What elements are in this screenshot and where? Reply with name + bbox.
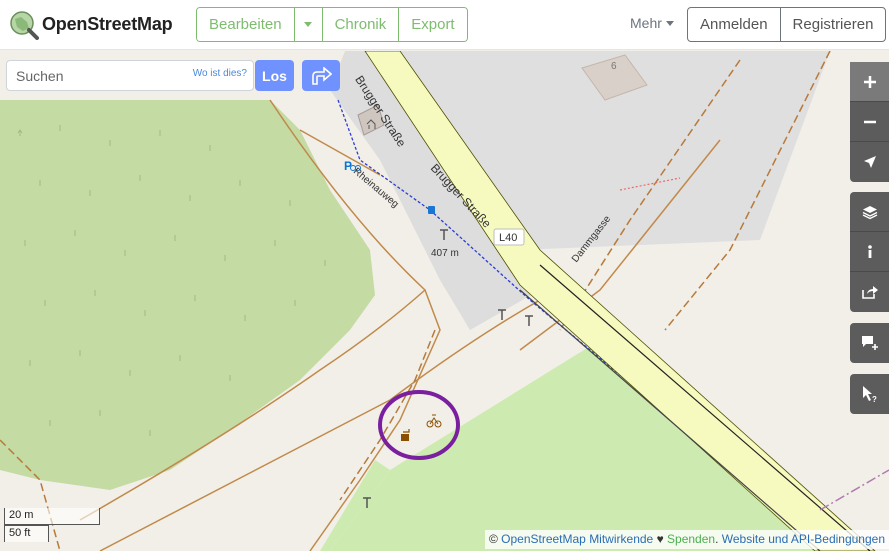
query-icon: ? (862, 386, 877, 403)
zoom-out-icon (863, 120, 876, 123)
add-note-button[interactable] (850, 323, 889, 363)
attribution-separator: . (715, 532, 719, 546)
scale-metric: 20 m (4, 508, 100, 525)
chevron-down-icon (665, 20, 674, 26)
copyright-symbol: © (488, 532, 498, 546)
locate-icon (863, 156, 876, 168)
note-controls (850, 323, 889, 363)
directions-icon (312, 66, 332, 85)
more-menu[interactable]: Mehr (630, 15, 674, 31)
search-go-button[interactable]: Los (255, 60, 294, 91)
zoom-out-button[interactable] (850, 102, 889, 142)
layer-controls (850, 192, 889, 312)
chevron-down-icon (304, 22, 313, 27)
more-label: Mehr (630, 15, 662, 31)
edit-button-group: Bearbeiten Chronik Export (196, 7, 468, 42)
house-number-label: 6 (611, 61, 617, 72)
zoom-controls (850, 62, 889, 182)
info-button[interactable] (850, 232, 889, 272)
auth-button-group: Anmelden Registrieren (687, 7, 887, 42)
svg-text:?: ? (872, 395, 877, 403)
attribution: © OpenStreetMap Mitwirkende ♥ Spenden. W… (484, 530, 889, 549)
note-icon (861, 336, 878, 350)
search-box: Wo ist dies? (6, 60, 254, 91)
donate-link[interactable]: Spenden (667, 532, 715, 546)
search-input[interactable] (7, 61, 182, 90)
elevation-label: 407 m (431, 248, 459, 259)
scale-imperial: 50 ft (4, 525, 49, 542)
edit-dropdown-button[interactable] (294, 8, 323, 41)
share-button[interactable] (850, 272, 889, 312)
map-canvas[interactable]: P Brugger Straße Brugger Straße Rheinauw… (0, 51, 889, 551)
locate-button[interactable] (850, 142, 889, 182)
history-button[interactable]: Chronik (322, 8, 400, 41)
register-button[interactable]: Registrieren (781, 8, 886, 41)
contributors-link[interactable]: OpenStreetMap Mitwirkende (501, 532, 653, 546)
share-icon (861, 286, 878, 299)
zoom-in-icon (863, 75, 876, 88)
where-is-this-link[interactable]: Wo ist dies? (193, 68, 247, 79)
info-icon (867, 244, 872, 258)
zoom-in-button[interactable] (850, 62, 889, 102)
directions-button[interactable] (302, 60, 340, 91)
map-svg[interactable]: P (0, 51, 889, 551)
osm-logo-icon[interactable] (9, 10, 39, 40)
login-button[interactable]: Anmelden (688, 8, 781, 41)
terms-link[interactable]: Website und API-Bedingungen (722, 532, 885, 546)
brand-title[interactable]: OpenStreetMap (42, 14, 173, 35)
heart-icon: ♥ (656, 532, 664, 546)
layers-icon (862, 205, 877, 219)
query-features-button[interactable]: ? (850, 374, 889, 414)
edit-button[interactable]: Bearbeiten (197, 8, 295, 41)
export-button[interactable]: Export (399, 8, 467, 41)
query-controls: ? (850, 374, 889, 414)
route-ref-label: L40 (499, 232, 518, 244)
header: OpenStreetMap Bearbeiten Chronik Export … (0, 0, 889, 50)
layers-button[interactable] (850, 192, 889, 232)
